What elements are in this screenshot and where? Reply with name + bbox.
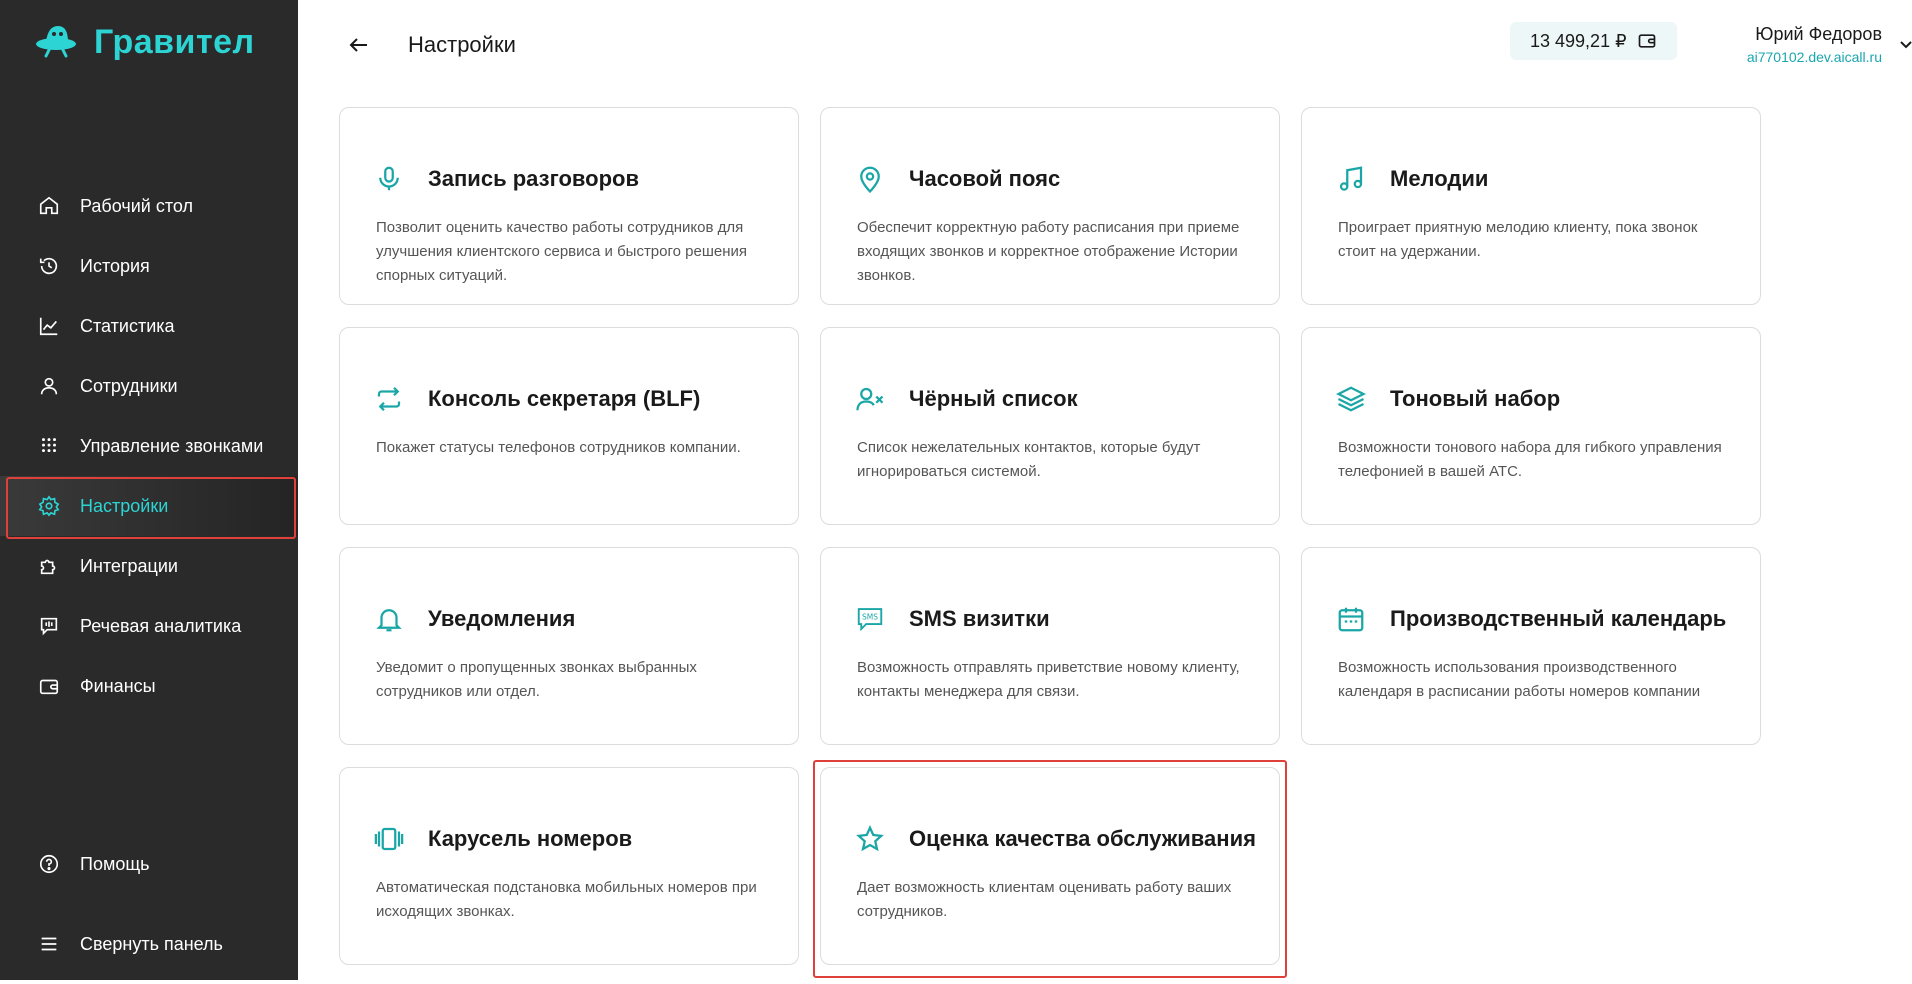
- balance-badge[interactable]: 13 499,21 ₽: [1510, 22, 1677, 60]
- sidebar-item-label: Финансы: [80, 675, 156, 696]
- sidebar-item-label: Статистика: [80, 315, 175, 336]
- sidebar-item-label: История: [80, 255, 150, 276]
- settings-card-tone-dialing[interactable]: Тоновый набор Возможности тонового набор…: [1301, 327, 1761, 525]
- card-description: Возможность использования производственн…: [1338, 659, 1701, 700]
- card-title: Оценка качества обслуживания: [909, 826, 1256, 851]
- sidebar-item-finance[interactable]: Финансы: [0, 656, 298, 716]
- card-title: Часовой пояс: [909, 166, 1061, 191]
- settings-card-service-rating[interactable]: Оценка качества обслуживания Дает возмож…: [813, 760, 1287, 978]
- page-title: Настройки: [408, 32, 516, 57]
- card-title: Чёрный список: [909, 386, 1078, 411]
- help-label: Помощь: [80, 853, 150, 874]
- settings-card-melodies[interactable]: Мелодии Проиграет приятную мелодию клиен…: [1301, 107, 1761, 305]
- card-title: Уведомления: [428, 606, 576, 631]
- arrow-left-icon: [349, 38, 367, 52]
- user-icon: [40, 377, 58, 395]
- card-title: Карусель номеров: [428, 826, 633, 851]
- user-menu[interactable]: Юрий Федоров ai770102.dev.aicall.ru: [1694, 24, 1882, 65]
- wallet-icon: [1638, 34, 1655, 48]
- sidebar-item-label: Сотрудники: [80, 375, 178, 396]
- gear-icon: [38, 495, 60, 517]
- svg-text:SMS: SMS: [862, 613, 878, 622]
- card-description: Позволит оценить качество работы сотрудн…: [376, 219, 747, 284]
- microphone-icon: [379, 166, 399, 191]
- settings-card-call-recording[interactable]: Запись разговоров Позволит оценить качес…: [339, 107, 799, 305]
- card-description: Автоматическая подстановка мобильных ном…: [376, 879, 757, 920]
- swap-arrows-icon: [377, 386, 401, 412]
- help-button[interactable]: Помощь: [0, 824, 298, 904]
- chart-icon: [39, 317, 58, 336]
- sidebar-item-call-management[interactable]: Управление звонками: [0, 416, 298, 476]
- settings-card-blacklist[interactable]: Чёрный список Список нежелательных конта…: [820, 327, 1280, 525]
- logo[interactable]: Гравител: [34, 22, 255, 63]
- settings-card-sms-cards[interactable]: SMS SMS визитки Возможность отправлять п…: [820, 547, 1280, 745]
- carousel-icon: [374, 827, 404, 851]
- user-block-icon: [856, 387, 884, 411]
- collapse-panel-button[interactable]: Свернуть панель: [0, 904, 298, 984]
- sms-icon: SMS: [857, 608, 883, 632]
- sidebar-item-label: Рабочий стол: [80, 195, 193, 216]
- sidebar-item-statistics[interactable]: Статистика: [0, 296, 298, 356]
- back-button[interactable]: [344, 30, 374, 60]
- collapse-label: Свернуть панель: [80, 933, 223, 954]
- sidebar-item-dashboard[interactable]: Рабочий стол: [0, 176, 298, 236]
- settings-card-number-carousel[interactable]: Карусель номеров Автоматическая подстано…: [339, 767, 799, 965]
- sidebar-item-history[interactable]: История: [0, 236, 298, 296]
- music-note-icon: [1339, 166, 1363, 191]
- help-icon: [39, 854, 59, 874]
- settings-card-timezone[interactable]: Часовой пояс Обеспечит корректную работу…: [820, 107, 1280, 305]
- settings-card-production-calendar[interactable]: Производственный календарь Возможность и…: [1301, 547, 1761, 745]
- card-title: Тоновый набор: [1390, 386, 1561, 411]
- sidebar-item-label: Настройки: [80, 495, 169, 516]
- topbar: Настройки 13 499,21 ₽ Юрий Федоров ai770…: [298, 0, 1912, 90]
- settings-card-notifications[interactable]: Уведомления Уведомит о пропущенных звонк…: [339, 547, 799, 745]
- layers-icon: [1336, 386, 1366, 412]
- user-domain: ai770102.dev.aicall.ru: [1746, 49, 1882, 65]
- sidebar-item-speech-analytics[interactable]: Речевая аналитика: [0, 596, 298, 656]
- bell-icon: [376, 609, 402, 632]
- card-description: Список нежелательных контактов, которые …: [857, 439, 1201, 480]
- card-title: Производственный календарь: [1390, 606, 1727, 631]
- card-description: Покажет статусы телефонов сотрудников ко…: [376, 439, 741, 456]
- card-description: Обеспечит корректную работу расписания п…: [857, 219, 1240, 284]
- history-icon: [39, 257, 58, 275]
- card-description: Дает возможность клиентам оценивать рабо…: [857, 879, 1232, 920]
- card-description: Уведомит о пропущенных звонках выбранных…: [376, 659, 697, 700]
- puzzle-icon: [40, 559, 56, 575]
- card-title: Консоль секретаря (BLF): [428, 386, 701, 411]
- sidebar-item-label: Интеграции: [80, 555, 178, 576]
- location-pin-icon: [860, 166, 880, 194]
- calendar-icon: [1338, 607, 1364, 632]
- logo-icon: [34, 22, 82, 63]
- balance-value: 13 499,21 ₽: [1530, 30, 1627, 51]
- user-name: Юрий Федоров: [1755, 24, 1882, 44]
- home-icon: [39, 196, 59, 215]
- menu-icon: [41, 937, 57, 951]
- sidebar-item-settings[interactable]: Настройки: [0, 476, 298, 539]
- card-title: Мелодии: [1390, 166, 1489, 191]
- speech-icon: [40, 617, 58, 636]
- logo-text: Гравител: [94, 23, 255, 61]
- card-title: SMS визитки: [909, 606, 1050, 631]
- sidebar: Гравител Рабочий стол История Статистика…: [0, 0, 298, 980]
- settings-card-blf-console[interactable]: Консоль секретаря (BLF) Покажет статусы …: [339, 327, 799, 525]
- dialpad-icon: [42, 438, 56, 453]
- card-description: Проиграет приятную мелодию клиенту, пока…: [1338, 219, 1698, 260]
- card-title: Запись разговоров: [428, 166, 639, 191]
- chevron-down-icon[interactable]: [1898, 36, 1912, 57]
- sidebar-item-employees[interactable]: Сотрудники: [0, 356, 298, 416]
- card-description: Возможность отправлять приветствие новом…: [857, 659, 1240, 700]
- sidebar-bottom: Помощь Свернуть панель: [0, 824, 298, 984]
- wallet-icon: [39, 679, 59, 695]
- sidebar-item-integrations[interactable]: Интеграции: [0, 536, 298, 596]
- sidebar-nav: Рабочий стол История Статистика Сотрудни…: [0, 176, 298, 716]
- sidebar-item-label: Управление звонками: [80, 435, 264, 456]
- card-description: Возможности тонового набора для гибкого …: [1338, 439, 1722, 480]
- star-icon: [856, 824, 884, 852]
- sidebar-item-label: Речевая аналитика: [80, 615, 242, 636]
